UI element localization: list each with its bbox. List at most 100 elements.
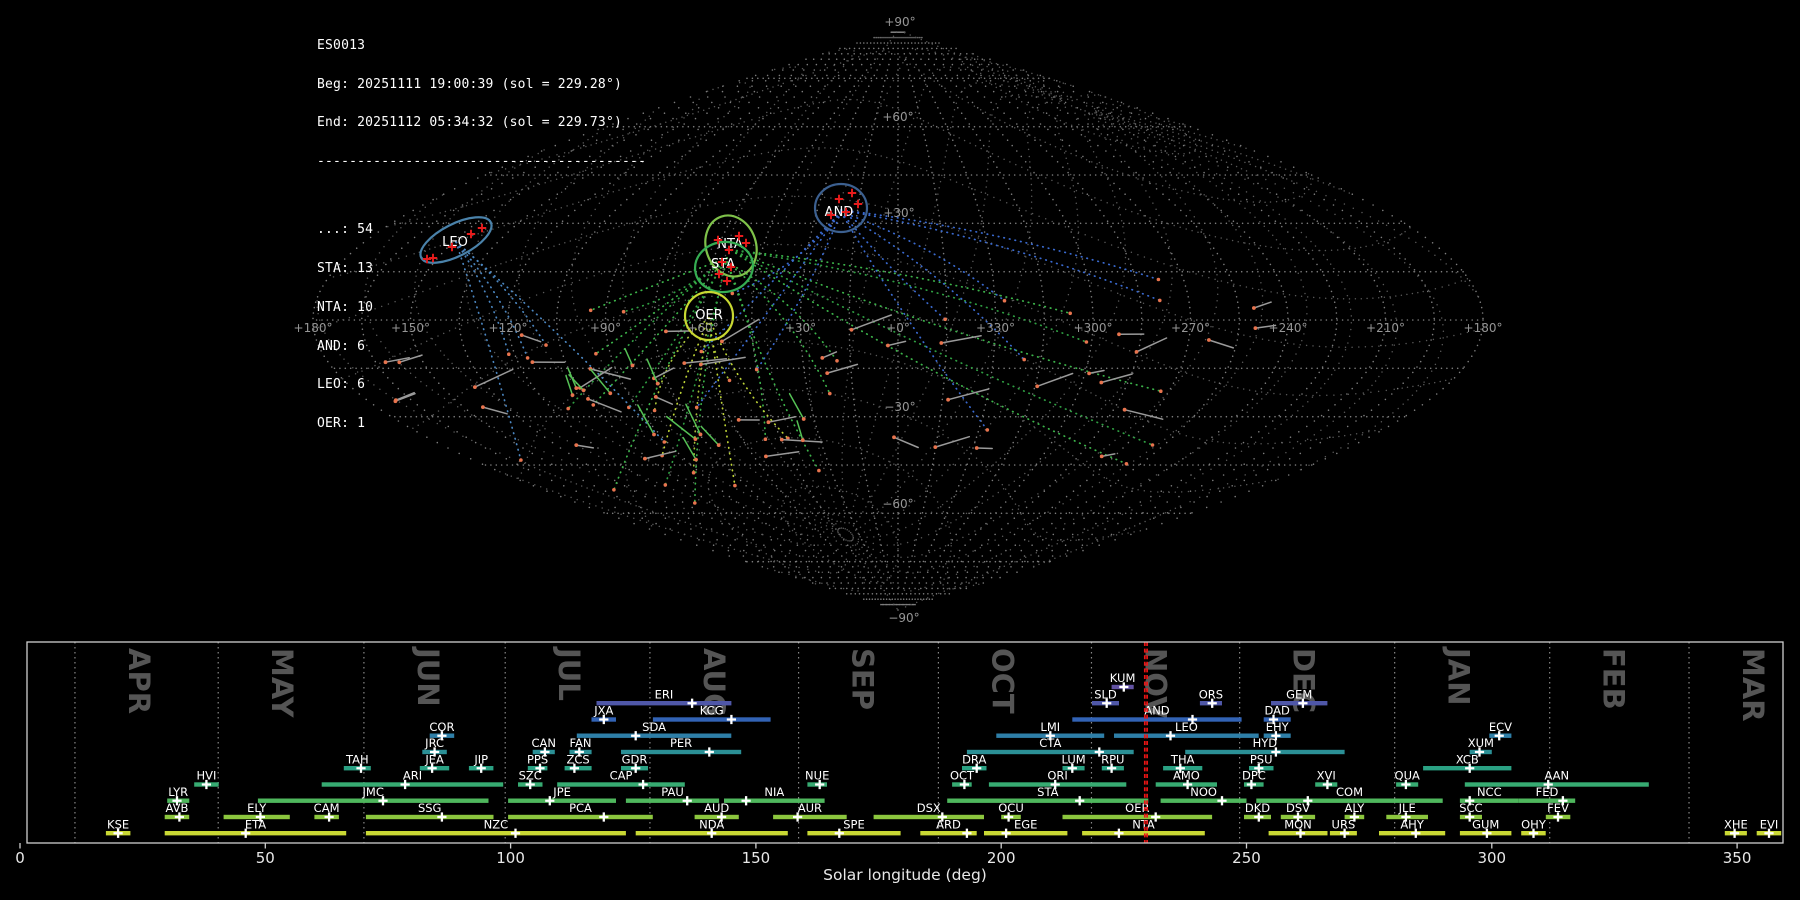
meteor-dot (820, 356, 825, 360)
shower-label-pau: PAU (661, 785, 683, 799)
shower-trail (840, 209, 1160, 281)
meteor-dot (716, 443, 721, 447)
meteor-dot (974, 446, 979, 450)
month-label-may: MAY (265, 648, 299, 719)
month-label-jan: JAN (1442, 646, 1476, 706)
shower-label-sta: STA (1037, 785, 1058, 799)
meteor-segment (788, 392, 805, 420)
shower-label-ncc: NCC (1477, 785, 1502, 799)
meteor-dot (892, 435, 896, 440)
shower-bar-jmc (257, 798, 489, 803)
meteor-dot (1253, 326, 1258, 330)
shower-peak-cross-pca (599, 812, 609, 822)
shower-peak-cross-nta (1114, 828, 1124, 838)
shower-label-nta: NTA (1132, 817, 1155, 831)
shower-label-xcb: XCB (1456, 752, 1479, 766)
shower-label-ard: ARD (936, 817, 961, 831)
month-label-oct: OCT (985, 648, 1019, 714)
shower-bar-ssg (365, 814, 494, 820)
meteor-dot (653, 395, 658, 399)
meteor-segment (887, 340, 907, 347)
meteor-dot (933, 445, 938, 449)
latitude-label: −30° (884, 400, 915, 414)
shower-label-kcg: KCG (700, 704, 724, 718)
separator: ----------------------------------------… (317, 153, 647, 169)
meteor-dot (652, 432, 656, 437)
radiant-point-cross (847, 188, 857, 198)
meteor-dot (1035, 384, 1040, 389)
count-line-total: ...: 54 (317, 222, 374, 238)
longitude-label: +300° (1074, 321, 1113, 335)
trail-end-dot (1084, 340, 1089, 344)
shower-label-xhe: XHE (1724, 817, 1748, 831)
shower-bar-and (1072, 717, 1242, 722)
shower-label-xum: XUM (1468, 736, 1494, 750)
latitude-label: −90° (888, 611, 919, 625)
shower-label-ely: ELY (247, 801, 267, 815)
shower-bar-noo (1160, 798, 1247, 803)
axis-tick-label: 350 (1723, 849, 1752, 867)
month-label-mar: MAR (1736, 648, 1770, 722)
shower-bar-ari (321, 782, 504, 787)
radiant-point-cross (834, 194, 844, 204)
station-id: ES0013 (317, 37, 366, 53)
meteor-segment (947, 388, 990, 401)
meteor-radiant-figure: LEO NTA STA OER AND +90° +60° +30° −30° −60° −90° +… (0, 0, 1800, 900)
meteor-dot (779, 437, 784, 442)
shower-label-nia: NIA (764, 785, 784, 799)
shower-peak-cross-ard (962, 828, 972, 838)
shower-label-cap: CAP (610, 769, 633, 783)
latitude-label: +30° (883, 206, 914, 220)
shower-label-tha: THA (1170, 752, 1195, 766)
shower-label-eta: ETA (245, 817, 266, 831)
shower-label-urs: URS (1332, 817, 1356, 831)
session-beg: Beg: 20251111 19:00:39 (sol = 229.28°) (317, 76, 623, 92)
trail-end-dot (612, 488, 616, 492)
shower-peak-cross-sda (631, 731, 641, 741)
shower-trail (726, 261, 820, 472)
shower-label-dsx: DSX (917, 801, 941, 815)
shower-label-sda: SDA (642, 720, 666, 734)
shower-label-jmc: JMC (362, 785, 384, 799)
shower-label-mon: MON (1284, 817, 1312, 831)
meteor-segment (685, 403, 702, 436)
shower-peak-cross-per (704, 747, 714, 757)
shower-label-lyr: LYR (168, 785, 188, 799)
shower-bar-pca (508, 814, 653, 820)
trail-end-dot (763, 437, 768, 442)
shower-bar-spe (807, 831, 901, 836)
axis-tick-label: 100 (496, 849, 525, 867)
meteor-dot (1252, 306, 1256, 310)
meteor-dot (682, 361, 687, 365)
shower-label-dpc: DPC (1242, 769, 1266, 783)
count-line-nta: NTA: 10 (317, 299, 374, 315)
shower-label-gem: GEM (1286, 687, 1312, 701)
shower-peak-cross-eri (687, 698, 697, 708)
meteor-dot (1207, 338, 1211, 342)
axis-title: Solar longitude (deg) (823, 866, 987, 884)
meteor-segment (700, 425, 720, 446)
shower-label-dad: DAD (1265, 704, 1291, 718)
meteor-dot (939, 341, 944, 345)
meteor-dot (886, 343, 890, 348)
latitude-label: +90° (884, 15, 915, 29)
latitude-label: −60° (882, 497, 913, 511)
shower-label-zcs: ZCS (566, 752, 589, 766)
shower-label-per: PER (670, 736, 692, 750)
shower-label-nzc: NZC (484, 817, 509, 831)
count-line-oer: OER: 1 (317, 415, 366, 431)
shower-trail (730, 249, 1154, 446)
shower-bar-nta (1082, 831, 1205, 836)
trail-end-dot (663, 483, 668, 487)
shower-bar-kcg (652, 717, 771, 722)
axis-tick-label: 150 (742, 849, 771, 867)
shower-label-fed: FED (1536, 785, 1559, 799)
shower-label-gdr: GDR (622, 752, 648, 766)
trail-end-dot (1158, 298, 1162, 303)
longitude-label: +270° (1171, 321, 1210, 335)
shower-bar-eta (164, 831, 347, 836)
meteor-dot (849, 327, 854, 332)
shower-trail (840, 211, 989, 431)
figure-canvas: LEO NTA STA OER AND +90° +60° +30° −30° −60° −90° +… (15, 15, 1784, 884)
meteor-segment (821, 351, 838, 359)
